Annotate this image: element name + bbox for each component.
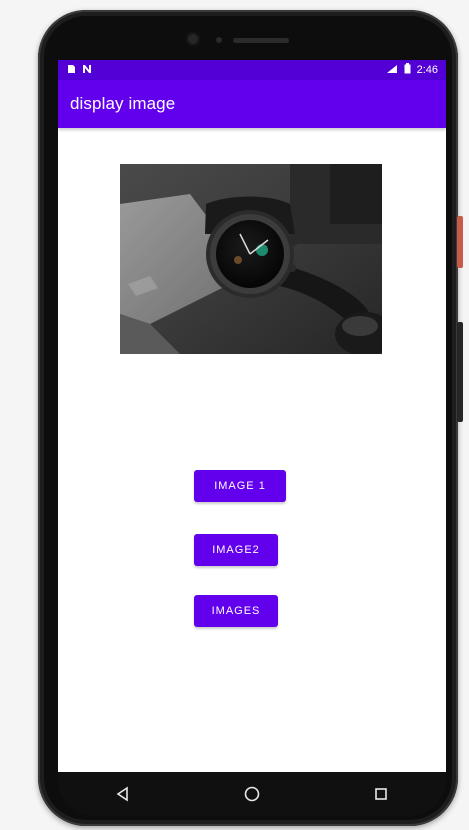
front-camera	[186, 32, 200, 46]
n-icon	[82, 64, 92, 77]
status-right: 2:46	[386, 63, 438, 77]
image-2-button[interactable]: IMAGE2	[194, 534, 278, 566]
page: 2:46 display image IMAGE 1 IMAGE2 IMAGES	[0, 0, 469, 830]
phone-screen: 2:46 display image IMAGE 1 IMAGE2 IMAGES	[58, 60, 446, 772]
recents-square-icon[interactable]	[359, 772, 403, 816]
home-circle-icon[interactable]	[230, 772, 274, 816]
phone-frame: 2:46 display image IMAGE 1 IMAGE2 IMAGES	[38, 10, 463, 826]
image-1-button[interactable]: IMAGE 1	[194, 470, 286, 502]
app-title: display image	[70, 94, 176, 113]
status-time: 2:46	[416, 64, 438, 76]
volume-button[interactable]	[457, 322, 463, 422]
proximity-sensor	[216, 37, 222, 43]
battery-icon	[404, 63, 411, 77]
earpiece-speaker	[233, 38, 289, 43]
status-bar: 2:46	[58, 60, 446, 80]
signal-icon	[386, 64, 398, 77]
image-3-button[interactable]: IMAGES	[194, 595, 278, 627]
watch-photo	[120, 164, 382, 354]
sim-card-icon	[66, 64, 76, 77]
navigation-bar	[58, 772, 446, 816]
app-bar: display image	[58, 80, 446, 128]
power-button[interactable]	[457, 216, 463, 268]
watch-photo-graphic	[120, 164, 382, 354]
status-left	[66, 64, 92, 77]
back-triangle-icon[interactable]	[101, 772, 145, 816]
